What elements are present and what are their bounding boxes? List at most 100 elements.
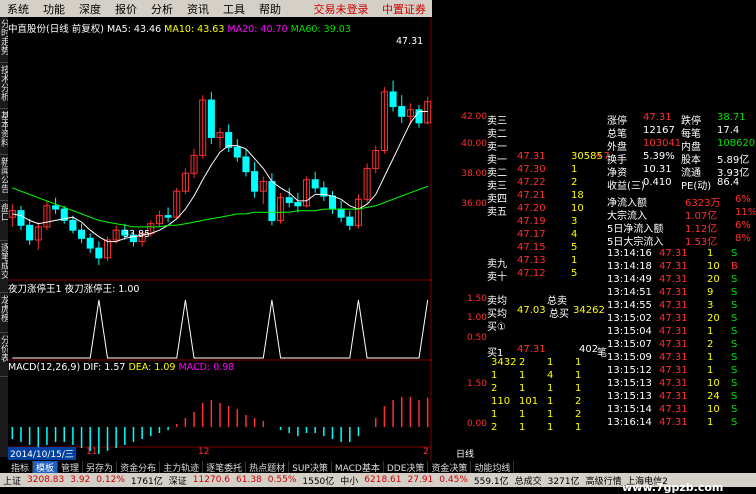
quote-value: 5.39% [643,151,675,162]
quote-label: 股本 [681,155,701,166]
tab-fund-decision[interactable]: 资金决策 [428,461,472,474]
candle-body [52,205,60,210]
tick-side: S [731,352,738,363]
side-tab-fundamentals[interactable]: 基本资料 [0,109,8,155]
menu-news[interactable]: 资讯 [180,1,216,17]
tab-manage[interactable]: 管理 [58,461,84,474]
menu-quote[interactable]: 报价 [108,1,144,17]
indicator-legend: 夜刀涨停王1 夜刀涨停王: 1.00 [8,281,139,295]
flow-pct: 11% [735,207,756,218]
sell-level-price: 47.22 [517,177,546,188]
sell-level-volume: 18 [571,190,584,201]
sz-index-label[interactable]: 深证 [166,474,190,487]
tick-side: S [731,326,738,337]
tick-time: 13:15:13 [607,378,652,389]
tick-time: 13:14:51 [607,287,652,298]
trade-login-link[interactable]: 交易未登录 [314,3,369,16]
tab-main-track[interactable]: 主力轨迹 [160,461,204,474]
sz-amount: 1550亿 [302,476,335,487]
kline-chart-area[interactable]: 中直股份(日线 前复权) MA5: 43.46 MA10: 43.63 MA20… [8,17,432,462]
total-buy-label: 总买 [549,309,569,320]
sh-index-change: 3.92 [70,475,91,485]
tab-momentum-ma[interactable]: 动能均线 [471,461,515,474]
signal-line [12,299,429,359]
menu-function[interactable]: 功能 [36,1,72,17]
candle-body [69,219,77,231]
tab-fund-dist[interactable]: 资金分布 [117,461,161,474]
tick-price: 47.31 [659,352,688,363]
sell-level-price: 47.13 [517,255,546,266]
tick-price: 47.31 [659,365,688,376]
tick-price: 47.31 [659,391,688,402]
quote-value: 0.410 [643,177,672,188]
tick-price: 47.31 [659,313,688,324]
menu-depth[interactable]: 深度 [72,1,108,17]
menu-right: 交易未登录 中置证券 [304,1,433,17]
side-tab-technical[interactable]: 技术分析 [0,63,8,109]
zx-index-value: 6218.61 [364,475,402,485]
tick-time: 13:15:12 [607,365,652,376]
flow-value: 1.07亿 [685,211,718,222]
tab-order-detail[interactable]: 逐笔委托 [203,461,247,474]
sh-index-label[interactable]: 上证 [0,474,24,487]
menu-tools[interactable]: 工具 [216,1,252,17]
candle-body [328,195,337,210]
tick-time: 13:14:16 [607,248,652,259]
menu-bar: 系统 功能 深度 报价 分析 资讯 工具 帮助 交易未登录 中置证券 [0,0,432,17]
queue-volume: 4 [547,370,554,381]
ind-y-label: 0.50 [466,333,487,343]
side-tab-price-table[interactable]: 分价表 [0,333,8,377]
queue-volume: 1 [547,383,554,394]
side-tab-news[interactable]: 新闻公告 [0,155,8,201]
zx-index-label[interactable]: 中小 [337,474,361,487]
side-tab-ticks[interactable]: 逐笔成交 [0,241,8,293]
total-turnover-label: 总成交 [514,476,542,487]
tab-save-as[interactable]: 另存为 [83,461,118,474]
current-date: 2014/10/15/三 [8,447,76,460]
side-tab-timeshare[interactable]: 分时走势 [0,17,8,63]
queue-volume: 2 [575,409,582,420]
candle-body [398,106,406,117]
tick-side: S [731,313,738,324]
tab-indicator[interactable]: 指标 [8,461,34,474]
tab-macd[interactable]: MACD基本 [332,461,384,474]
sell-level-label: 卖一 [487,155,507,166]
tab-hot-topics[interactable]: 热点题材 [246,461,290,474]
candle-body [164,215,172,218]
date-axis: 2014/10/15/三 11 12 2 日线 [8,447,478,460]
tick-side: S [731,300,738,311]
quote-value: 86.4 [717,177,740,188]
menu-analysis[interactable]: 分析 [144,1,180,17]
side-tab-dragon-tiger[interactable]: 龙虎榜 [0,293,8,333]
tick-volume: 20 [707,274,720,285]
kline-chart-svg[interactable] [8,17,432,462]
quote-value: 47.31 [643,112,672,123]
sell-level-label: 卖三 [487,181,507,192]
tab-dde[interactable]: DDE决策 [384,461,429,474]
zx-index-pct: 0.45% [439,475,468,485]
sz-index-value: 11270.6 [192,475,231,485]
candle-body [78,229,86,239]
quote-label: 涨停 [607,116,627,127]
stock-title: 中直股份(日线 前复权) [8,24,104,35]
macd-label: MACD: 0.98 [178,362,235,373]
side-tab-orderbook[interactable]: 盘口 [0,201,8,241]
y-label: 42.00 [461,112,487,122]
sell-level-volume: 5 [571,268,578,279]
tab-sup[interactable]: SUP决策 [289,461,332,474]
sell3-upper: 卖三 [487,116,507,127]
queue-volume: 1 [519,370,526,381]
tick-volume: 24 [707,391,720,402]
sell-level-price: 47.17 [517,229,546,240]
period-label[interactable]: 日线 [456,447,474,460]
total-buy-vol: 34262 [573,305,605,316]
tab-template[interactable]: 模板 [33,461,59,474]
queue-volume: 1 [519,383,526,394]
flow-value: 6323万 [685,198,721,209]
menu-help[interactable]: 帮助 [252,1,288,17]
candle-body [86,237,94,249]
tick-volume: 10 [707,378,720,389]
quote-value: 17.4 [717,125,740,136]
sell-level-price: 47.30 [517,164,546,175]
menu-system[interactable]: 系统 [0,1,36,17]
